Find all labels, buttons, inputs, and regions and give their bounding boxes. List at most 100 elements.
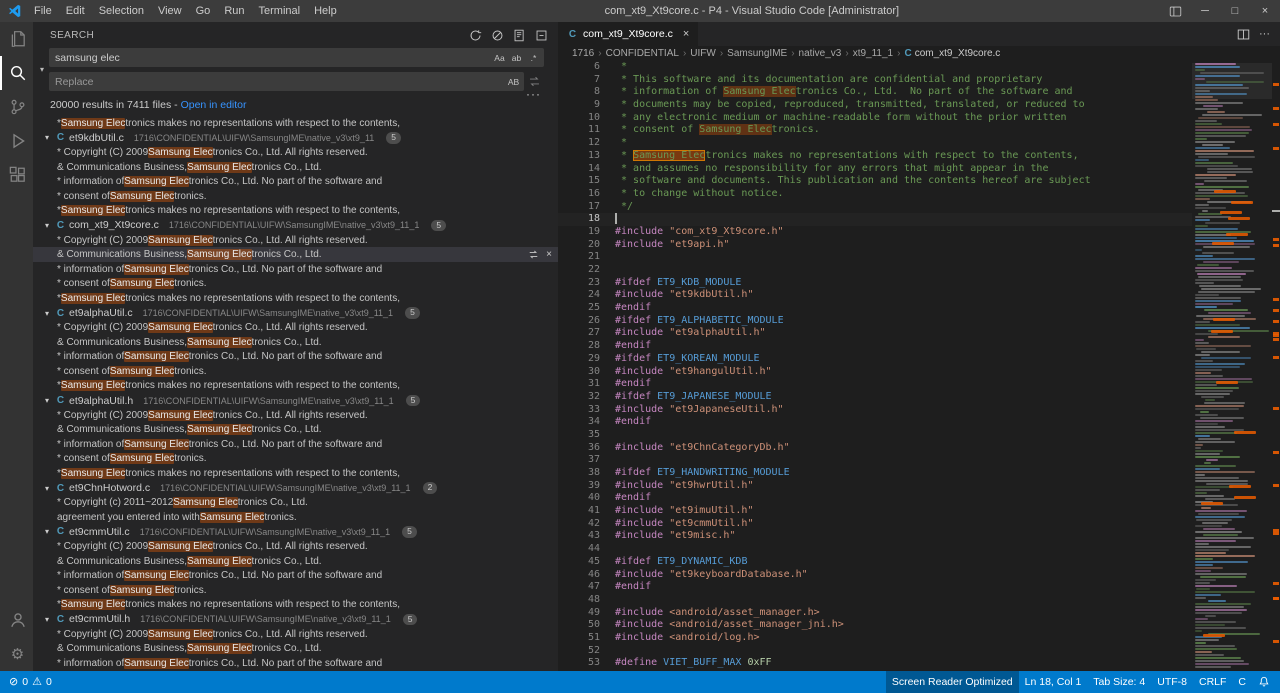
code-line-13[interactable]: 13 * Samsung Electronics makes no repres… [558, 150, 1192, 163]
code-line-36[interactable]: 36#include "et9ChnCategoryDb.h" [558, 442, 1192, 455]
tab-com-xt9-xt9core[interactable]: C com_xt9_Xt9core.c × [558, 22, 699, 46]
search-match-row[interactable]: * consent of Samsung Electronics. [33, 189, 558, 204]
toggle-search-details-icon[interactable]: ··· [526, 89, 541, 99]
search-match-row[interactable]: & Communications Business, Samsung Elect… [33, 335, 558, 350]
code-line-8[interactable]: 8 * information of Samsung Electronics C… [558, 86, 1192, 99]
chevron-down-icon[interactable]: ▾ [42, 396, 52, 405]
breadcrumb-item[interactable]: 1716 [572, 48, 594, 59]
regex-icon[interactable]: .* [526, 50, 541, 65]
code-line-53[interactable]: 53#define VIET_BUFF_MAX 0xFF [558, 657, 1192, 670]
search-match-row[interactable]: * Samsung Electronics makes no represent… [33, 379, 558, 394]
search-match-row[interactable]: * Copyright (C) 2009 Samsung Electronics… [33, 627, 558, 642]
search-match-row[interactable]: * consent of Samsung Electronics. [33, 583, 558, 598]
chevron-down-icon[interactable]: ▾ [42, 309, 52, 318]
code-line-32[interactable]: 32#ifdef ET9_JAPANESE_MODULE [558, 391, 1192, 404]
menu-view[interactable]: View [151, 0, 189, 22]
code-line-29[interactable]: 29#ifdef ET9_KOREAN_MODULE [558, 353, 1192, 366]
search-file-row[interactable]: ▾Cet9cmmUtil.h1716\CONFIDENTIAL\UIFW\Sam… [33, 612, 558, 627]
menu-go[interactable]: Go [189, 0, 218, 22]
search-file-row[interactable]: ▾Cet9ChnHotword.c1716\CONFIDENTIAL\UIFW\… [33, 481, 558, 496]
code-line-12[interactable]: 12 * [558, 137, 1192, 150]
code-line-6[interactable]: 6 * [558, 61, 1192, 74]
collapse-all-icon[interactable] [533, 27, 550, 44]
code-line-16[interactable]: 16 * to change without notice. [558, 188, 1192, 201]
split-editor-icon[interactable] [1237, 28, 1250, 41]
notifications-bell-icon[interactable] [1252, 671, 1276, 693]
search-match-row[interactable]: * consent of Samsung Electronics. [33, 277, 558, 292]
code-line-34[interactable]: 34#endif [558, 416, 1192, 429]
search-match-row[interactable]: & Communications Business, Samsung Elect… [33, 247, 558, 262]
search-file-row[interactable]: ▾Ccom_xt9_Xt9core.c1716\CONFIDENTIAL\UIF… [33, 218, 558, 233]
overview-ruler[interactable] [1272, 60, 1280, 671]
menu-help[interactable]: Help [307, 0, 344, 22]
preserve-case-icon[interactable]: AB [506, 74, 521, 89]
code-line-19[interactable]: 19#include "com_xt9_Xt9core.h" [558, 226, 1192, 239]
menu-file[interactable]: File [27, 0, 59, 22]
toggle-replace-chevron-icon[interactable]: ▾ [35, 48, 49, 91]
code-line-18[interactable]: 18 [558, 213, 1192, 226]
search-match-row[interactable]: * information of Samsung Electronics Co.… [33, 437, 558, 452]
clear-search-results-icon[interactable] [489, 27, 506, 44]
code-line-51[interactable]: 51#include <android/log.h> [558, 632, 1192, 645]
search-match-row[interactable]: * information of Samsung Electronics Co.… [33, 568, 558, 583]
code-line-54[interactable]: 54 [558, 670, 1192, 671]
code-line-25[interactable]: 25#endif [558, 302, 1192, 315]
code-line-52[interactable]: 52 [558, 645, 1192, 658]
search-match-row[interactable]: & Communications Business, Samsung Elect… [33, 160, 558, 175]
search-match-row[interactable]: agreement you entered into with Samsung … [33, 510, 558, 525]
more-actions-icon[interactable]: ··· [1259, 28, 1270, 40]
menu-edit[interactable]: Edit [59, 0, 92, 22]
activity-source-control[interactable] [0, 90, 33, 124]
search-match-row[interactable]: * Samsung Electronics makes no represent… [33, 204, 558, 219]
breadcrumb-item[interactable]: CONFIDENTIAL [606, 48, 679, 59]
code-line-23[interactable]: 23#ifdef ET9_KDB_MODULE [558, 277, 1192, 290]
search-match-row[interactable]: & Communications Business, Samsung Elect… [33, 641, 558, 656]
search-file-row[interactable]: ▾Cet9kdbUtil.c1716\CONFIDENTIAL\UIFW\Sam… [33, 131, 558, 146]
activity-extensions[interactable] [0, 158, 33, 192]
search-match-row[interactable]: * Copyright (C) 2009 Samsung Electronics… [33, 408, 558, 423]
code-line-50[interactable]: 50#include <android/asset_manager_jni.h> [558, 619, 1192, 632]
code-line-14[interactable]: 14 * and assumes no responsibility for a… [558, 163, 1192, 176]
chevron-down-icon[interactable]: ▾ [42, 133, 52, 142]
search-file-row[interactable]: ▾Cet9alphaUtil.c1716\CONFIDENTIAL\UIFW\S… [33, 306, 558, 321]
search-input[interactable] [49, 48, 544, 67]
search-match-row[interactable]: * information of Samsung Electronics Co.… [33, 262, 558, 277]
open-in-editor-link[interactable]: Open in editor [181, 99, 247, 111]
replace-input[interactable] [49, 72, 524, 91]
search-match-row[interactable]: * Copyright (C) 2009 Samsung Electronics… [33, 233, 558, 248]
code-line-44[interactable]: 44 [558, 543, 1192, 556]
code-line-46[interactable]: 46#include "et9keyboardDatabase.h" [558, 569, 1192, 582]
code-line-33[interactable]: 33#include "et9JapaneseUtil.h" [558, 404, 1192, 417]
breadcrumb-item[interactable]: xt9_11_1 [853, 48, 893, 59]
search-match-row[interactable]: * consent of Samsung Electronics. [33, 452, 558, 467]
code-line-42[interactable]: 42#include "et9cmmUtil.h" [558, 518, 1192, 531]
code-line-35[interactable]: 35 [558, 429, 1192, 442]
search-match-row[interactable]: * information of Samsung Electronics Co.… [33, 350, 558, 365]
code-line-24[interactable]: 24#include "et9kdbUtil.h" [558, 289, 1192, 302]
screen-reader-indicator[interactable]: Screen Reader Optimized [886, 671, 1019, 693]
cursor-position-indicator[interactable]: Ln 18, Col 1 [1019, 671, 1088, 693]
search-file-row[interactable]: ▾Cet9cmmUtil.c1716\CONFIDENTIAL\UIFW\Sam… [33, 525, 558, 540]
search-match-row[interactable]: * Samsung Electronics makes no represent… [33, 116, 558, 131]
menu-terminal[interactable]: Terminal [252, 0, 308, 22]
code-line-38[interactable]: 38#ifdef ET9_HANDWRITING_MODULE [558, 467, 1192, 480]
code-line-20[interactable]: 20#include "et9api.h" [558, 239, 1192, 252]
whole-word-icon[interactable]: ab [509, 50, 524, 65]
search-match-row[interactable]: * Samsung Electronics makes no represent… [33, 598, 558, 613]
menu-selection[interactable]: Selection [92, 0, 151, 22]
search-match-row[interactable]: * Copyright (C) 2009 Samsung Electronics… [33, 145, 558, 160]
search-match-row[interactable]: * Copyright (C) 2009 Samsung Electronics… [33, 539, 558, 554]
encoding-indicator[interactable]: UTF-8 [1151, 671, 1193, 693]
match-case-icon[interactable]: Aa [492, 50, 507, 65]
close-button[interactable]: × [1250, 0, 1280, 22]
code-line-21[interactable]: 21 [558, 251, 1192, 264]
code-line-28[interactable]: 28#endif [558, 340, 1192, 353]
maximize-button[interactable]: □ [1220, 0, 1250, 22]
open-new-search-editor-icon[interactable] [511, 27, 528, 44]
minimap[interactable] [1192, 60, 1272, 671]
chevron-down-icon[interactable]: ▾ [42, 527, 52, 536]
minimize-button[interactable]: ─ [1190, 0, 1220, 22]
breadcrumb-item[interactable]: SamsungIME [727, 48, 787, 59]
activity-explorer[interactable] [0, 22, 33, 56]
search-match-row[interactable]: * consent of Samsung Electronics. [33, 364, 558, 379]
